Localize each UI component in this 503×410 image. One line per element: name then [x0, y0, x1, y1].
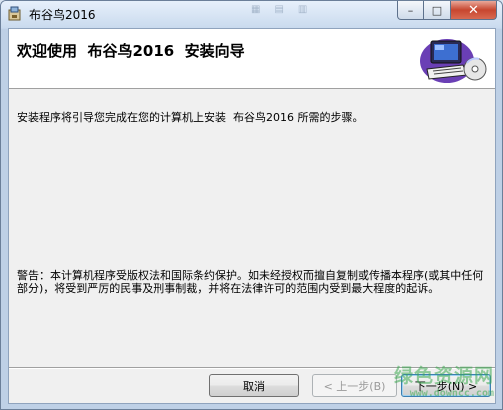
copyright-warning: 警告：本计算机程序受版权法和国际条约保护。如未经授权而擅自复制或传播本程序(或其…: [17, 269, 484, 295]
wizard-header-title: 欢迎使用 布谷鸟2016 安装向导: [17, 42, 245, 60]
window-title: 布谷鸟2016: [29, 8, 96, 22]
intro-text: 安装程序将引导您完成在您的计算机上安装 布谷鸟2016 所需的步骤。: [17, 111, 364, 124]
maximize-button[interactable]: □: [424, 1, 451, 20]
computer-disk-icon: [420, 39, 487, 83]
installer-icon: [8, 6, 21, 21]
installer-window: 布谷鸟2016 ▦ ▤ ▥ – □ ✕ 欢迎使用 布谷鸟2016 安装向导 安装…: [0, 0, 503, 410]
title-bar[interactable]: 布谷鸟2016 ▦ ▤ ▥ – □ ✕: [1, 1, 502, 28]
close-icon: ✕: [468, 2, 479, 18]
background-taskbar-ghost: ▦ ▤ ▥: [251, 4, 308, 15]
minimize-button[interactable]: –: [397, 1, 424, 20]
maximize-icon: □: [431, 3, 443, 17]
wizard-client-area: 欢迎使用 布谷鸟2016 安装向导 安装程序将引导您完成在您的计算机上安装 布谷…: [8, 28, 496, 404]
back-button[interactable]: < 上一步(B): [312, 374, 397, 397]
close-button[interactable]: ✕: [451, 1, 497, 20]
button-separator: [9, 367, 495, 369]
next-button[interactable]: 下一步(N) >: [401, 374, 491, 397]
cancel-button[interactable]: 取消: [209, 374, 299, 397]
minimize-icon: –: [407, 3, 414, 17]
wizard-header: 欢迎使用 布谷鸟2016 安装向导: [9, 29, 495, 89]
